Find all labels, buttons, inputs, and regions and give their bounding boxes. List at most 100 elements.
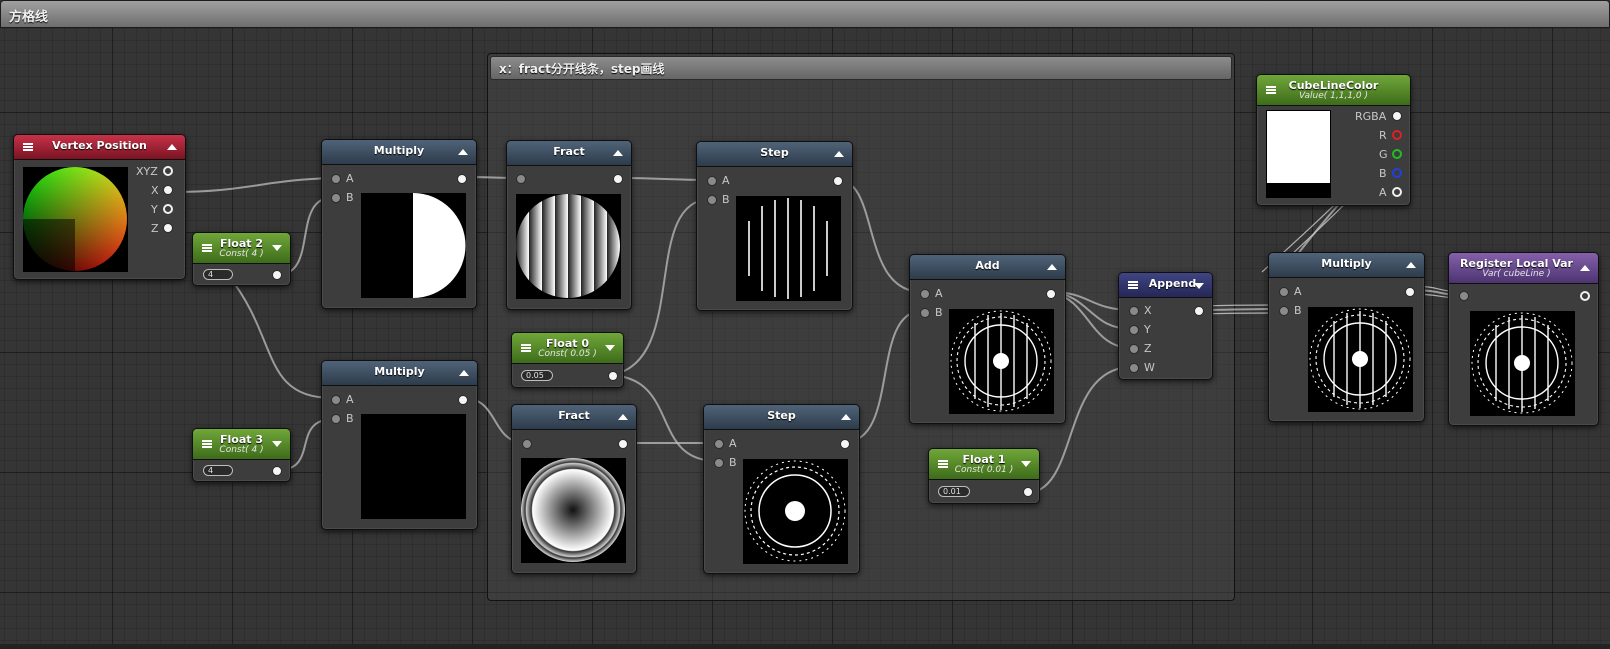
fract1-node[interactable]: Fract [506,140,632,310]
float1-header[interactable]: Float 1 Const( 0.01 ) [929,449,1039,480]
output-port-a[interactable] [1392,187,1402,197]
preview-image [23,167,127,272]
input-port-a[interactable] [1279,287,1289,297]
output-port-b[interactable] [1392,168,1402,178]
graph-canvas[interactable]: 方格线 x：fract分开线条，step画线 Vertex Position X… [0,0,1610,649]
port-label-b: B [935,306,943,319]
node-subtitle: Value( 1,1,1,0 ) [1298,91,1369,101]
append-node[interactable]: Append X Y Z W [1118,272,1213,380]
register-local-var-header[interactable]: Register Local Var Var( cubeLine ) [1449,253,1598,284]
float2-header[interactable]: Float 2 Const( 4 ) [193,233,290,264]
input-port-b[interactable] [920,308,930,318]
dropdown-arrow-icon[interactable] [605,345,615,351]
collapse-arrow-icon[interactable] [458,149,468,155]
append-header[interactable]: Append [1119,273,1212,298]
input-port[interactable] [522,439,532,449]
input-port[interactable] [1459,291,1469,301]
dropdown-arrow-icon[interactable] [272,245,282,251]
vertex-position-header[interactable]: Vertex Position [14,135,185,160]
output-port-r[interactable] [1392,130,1402,140]
vertex-position-node[interactable]: Vertex Position XYZ X Y Z [13,134,186,280]
multiply2-header[interactable]: Multiply [322,361,477,386]
float0-value-field[interactable]: 0.05 [521,370,553,381]
cube-line-color-header[interactable]: CubeLineColor Value( 1,1,1,0 ) [1257,75,1410,106]
cube-line-color-node[interactable]: CubeLineColor Value( 1,1,1,0 ) RGBA R G … [1256,74,1411,206]
multiply1-preview [361,193,466,298]
input-port-w[interactable] [1129,363,1139,373]
input-port-a[interactable] [920,289,930,299]
output-port[interactable] [608,371,618,381]
float2-node[interactable]: Float 2 Const( 4 ) 4 [192,232,291,286]
output-port[interactable] [272,270,282,280]
step1-header[interactable]: Step [697,142,852,167]
port-label-a: A [935,287,943,300]
output-port[interactable] [613,174,623,184]
collapse-arrow-icon[interactable] [834,151,844,157]
collapse-arrow-icon[interactable] [618,414,628,420]
input-port-b[interactable] [714,458,724,468]
input-port-a[interactable] [714,439,724,449]
register-local-var-node[interactable]: Register Local Var Var( cubeLine ) [1448,252,1599,426]
collapse-arrow-icon[interactable] [1580,265,1590,271]
output-port[interactable] [1194,306,1204,316]
float0-node[interactable]: Float 0 Const( 0.05 ) 0.05 [511,332,624,388]
add-node[interactable]: Add A B [909,254,1066,424]
input-port-a[interactable] [707,176,717,186]
output-port-xyz[interactable] [163,166,173,176]
output-port[interactable] [457,174,467,184]
input-port[interactable] [516,174,526,184]
output-port[interactable] [272,466,282,476]
output-port[interactable] [458,395,468,405]
output-port-x[interactable] [163,185,173,195]
input-port-a[interactable] [331,174,341,184]
step1-node[interactable]: Step A B [696,141,853,311]
output-port-z[interactable] [163,223,173,233]
collapse-arrow-icon[interactable] [613,150,623,156]
output-port[interactable] [1580,291,1590,301]
multiply3-node[interactable]: Multiply A B [1268,252,1425,422]
input-port-b[interactable] [331,414,341,424]
float0-header[interactable]: Float 0 Const( 0.05 ) [512,333,623,364]
output-port[interactable] [1023,487,1033,497]
input-port-b[interactable] [331,193,341,203]
fract2-header[interactable]: Fract [512,405,636,430]
step2-node[interactable]: Step A B [703,404,860,574]
output-port-y[interactable] [163,204,173,214]
collapse-arrow-icon[interactable] [459,370,469,376]
output-port-rgba[interactable] [1392,111,1402,121]
collapse-arrow-icon[interactable] [167,144,177,150]
dropdown-arrow-icon[interactable] [1021,461,1031,467]
float2-value-field[interactable]: 4 [203,269,233,280]
float3-node[interactable]: Float 3 Const( 4 ) 4 [192,428,291,482]
input-port-b[interactable] [707,195,717,205]
dropdown-arrow-icon[interactable] [272,441,282,447]
add-header[interactable]: Add [910,255,1065,280]
collapse-arrow-icon[interactable] [1047,264,1057,270]
float3-value-field[interactable]: 4 [203,465,233,476]
input-port-a[interactable] [331,395,341,405]
float1-node[interactable]: Float 1 Const( 0.01 ) 0.01 [928,448,1040,504]
input-port-y[interactable] [1129,325,1139,335]
output-port-g[interactable] [1392,149,1402,159]
step2-header[interactable]: Step [704,405,859,430]
color-swatch-preview[interactable] [1266,110,1331,198]
float1-value-field[interactable]: 0.01 [938,486,970,497]
input-port-b[interactable] [1279,306,1289,316]
output-port[interactable] [840,439,850,449]
output-port[interactable] [833,176,843,186]
output-port[interactable] [618,439,628,449]
collapse-arrow-icon[interactable] [841,414,851,420]
multiply2-node[interactable]: Multiply A B [321,360,478,530]
output-port[interactable] [1046,289,1056,299]
multiply1-header[interactable]: Multiply [322,140,476,165]
output-port[interactable] [1405,287,1415,297]
input-port-z[interactable] [1129,344,1139,354]
multiply1-node[interactable]: Multiply A B [321,139,477,309]
float3-header[interactable]: Float 3 Const( 4 ) [193,429,290,460]
input-port-x[interactable] [1129,306,1139,316]
collapse-arrow-icon[interactable] [1406,262,1416,268]
fract2-node[interactable]: Fract [511,404,637,574]
multiply3-header[interactable]: Multiply [1269,253,1424,278]
fract1-header[interactable]: Fract [507,141,631,166]
dropdown-arrow-icon[interactable] [1194,283,1204,289]
